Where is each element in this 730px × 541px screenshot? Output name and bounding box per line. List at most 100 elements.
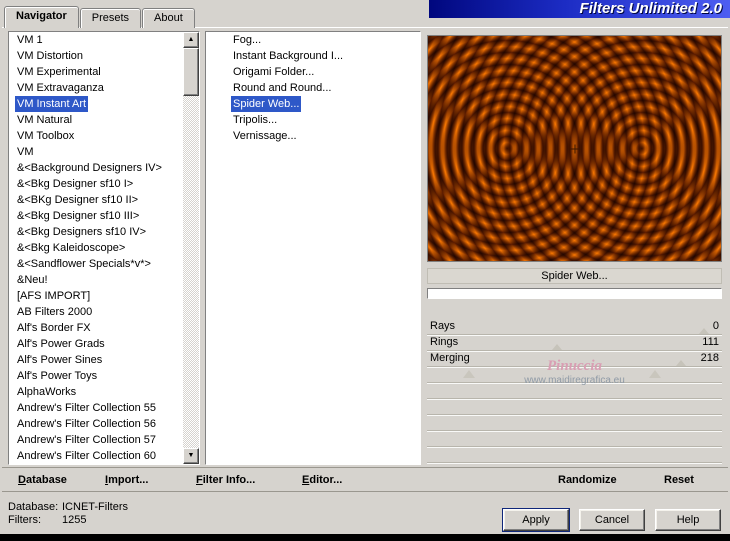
status-filters-row: Filters: 1255 [8,514,128,527]
category-list-item[interactable]: &<BKg Designer sf10 II> [9,192,183,208]
param-slider-merging[interactable]: Merging 218 [427,351,722,367]
filter-list-item-label: Vernissage... [233,130,297,142]
database-key: D [18,474,26,486]
editor-button[interactable]: Editor... [302,468,342,492]
filter-list-item[interactable]: Vernissage... [206,128,420,144]
category-list-item-label: VM 1 [17,34,43,46]
param-row-empty [427,415,722,431]
filter-list-item[interactable]: Spider Web... [206,96,420,112]
param-slider-rays[interactable]: Rays 0 [427,319,722,335]
category-list-item[interactable]: &Neu! [9,272,183,288]
category-list-item-label: &<Bkg Designer sf10 III> [17,210,140,222]
param-row-empty [427,447,722,463]
category-list-item[interactable]: Alf's Power Toys [9,368,183,384]
category-list-item[interactable]: &<Bkg Kaleidoscope> [9,240,183,256]
category-scrollbar[interactable]: ▲ ▼ [183,32,199,464]
slider-thumb-icon[interactable] [551,344,562,350]
filter-list-item[interactable]: Round and Round... [206,80,420,96]
filter-list: Fog... Instant Background I... Origami F… [205,31,421,465]
param-row-empty [427,399,722,415]
category-list-item[interactable]: VM Natural [9,112,183,128]
tab-bar: Navigator Presets About [4,6,196,28]
category-list-item[interactable]: [AFS IMPORT] [9,288,183,304]
category-list-item-label: &Neu! [17,274,48,286]
category-list-item[interactable]: Alf's Power Grads [9,336,183,352]
scroll-up-icon[interactable]: ▲ [183,32,199,48]
category-list-item-label: Alf's Power Toys [17,370,98,382]
category-list-item[interactable]: VM [9,144,183,160]
category-list-item[interactable]: VM 1 [9,32,183,48]
category-list-item-label: VM Toolbox [17,130,75,142]
parameter-panel: Rays 0 Rings 111 Merging 218 [427,319,722,463]
category-list-item-label: VM [17,146,34,158]
tab-presets[interactable]: Presets [79,8,142,28]
param-row-empty [427,367,722,383]
slider-thumb-icon[interactable] [675,360,686,366]
filter-info-button[interactable]: Filter Info... [196,468,255,492]
apply-button[interactable]: Apply [503,509,569,531]
category-list-item[interactable]: Alf's Power Sines [9,352,183,368]
category-list-item[interactable]: VM Toolbox [9,128,183,144]
category-list-item[interactable]: Alf's Border FX [9,320,183,336]
category-list-item-label: VM Instant Art [15,96,89,112]
category-list-item[interactable]: &<Bkg Designer sf10 III> [9,208,183,224]
category-list-item[interactable]: Andrew's Filter Collection 56 [9,416,183,432]
preview-crosshair-icon [570,144,579,153]
category-list-item[interactable]: VM Distortion [9,48,183,64]
scrollbar-thumb[interactable] [183,48,199,96]
param-row-empty [427,431,722,447]
filter-list-item[interactable]: Tripolis... [206,112,420,128]
randomize-button[interactable]: Randomize [558,468,617,492]
filter-list-item-label: Round and Round... [233,82,332,94]
param-slider-rings[interactable]: Rings 111 [427,335,722,351]
category-list-item[interactable]: &<Background Designers IV> [9,160,183,176]
tab-navigator[interactable]: Navigator [4,6,79,28]
category-list-item-label: VM Distortion [17,50,84,62]
param-row-empty [427,383,722,399]
category-list-item[interactable]: Andrew's Filter Collection 55 [9,400,183,416]
category-list-item-label: &<Bkg Kaleidoscope> [17,242,126,254]
category-list-item[interactable]: VM Experimental [9,64,183,80]
help-button[interactable]: Help [655,509,721,531]
filter-list-item[interactable]: Instant Background I... [206,48,420,64]
database-value: ICNET-Filters [62,501,128,513]
import-button[interactable]: Import... [105,468,148,492]
editor-rest: ditor... [309,474,343,486]
category-list-item[interactable]: &<Bkg Designers sf10 IV> [9,224,183,240]
database-rest: atabase [25,474,67,486]
category-list-item[interactable]: &<Sandflower Specials*v*> [9,256,183,272]
database-button[interactable]: Database [18,468,67,492]
category-list-item-label: Andrew's Filter Collection 60 [17,450,157,462]
category-list-item-label: VM Natural [17,114,73,126]
category-list-item[interactable]: VM Extravaganza [9,80,183,96]
filters-count: 1255 [62,514,87,526]
category-list: ▲ ▼ VM 1 VM Distortion VM Experimental V… [8,31,200,465]
preview-image[interactable] [427,35,722,262]
category-list-item[interactable]: VM Instant Art [9,96,183,112]
category-list-item-label: VM Extravaganza [17,82,104,94]
category-list-item[interactable]: Andrew's Filter Collection 60 [9,448,183,464]
filter-list-item[interactable]: Fog... [206,32,420,48]
param-label: Rings [430,336,459,348]
title-banner: Filters Unlimited 2.0 [429,0,730,18]
reset-button[interactable]: Reset [664,468,694,492]
toolbar: Database Import... Filter Info... Editor… [2,467,728,492]
category-list-item-label: AB Filters 2000 [17,306,93,318]
tab-about[interactable]: About [142,8,195,28]
category-list-item[interactable]: AB Filters 2000 [9,304,183,320]
slider-thumb-icon[interactable] [699,328,710,334]
param-value: 111 [702,336,719,348]
progress-bar [427,288,722,299]
filters-unlimited-dialog: { "window": { "title": "Filters Unlimite… [0,0,730,541]
category-list-item-label: &<Sandflower Specials*v*> [17,258,151,270]
category-list-item-label: Alf's Power Sines [17,354,103,366]
cancel-button[interactable]: Cancel [579,509,645,531]
filter-info-rest: ilter Info... [202,474,256,486]
category-list-item[interactable]: AlphaWorks [9,384,183,400]
category-list-item-label: &<Background Designers IV> [17,162,162,174]
scroll-down-icon[interactable]: ▼ [183,448,199,464]
category-list-item[interactable]: &<Bkg Designer sf10 I> [9,176,183,192]
filter-list-item-label: Tripolis... [233,114,278,126]
filter-list-item[interactable]: Origami Folder... [206,64,420,80]
category-list-item[interactable]: Andrew's Filter Collection 57 [9,432,183,448]
